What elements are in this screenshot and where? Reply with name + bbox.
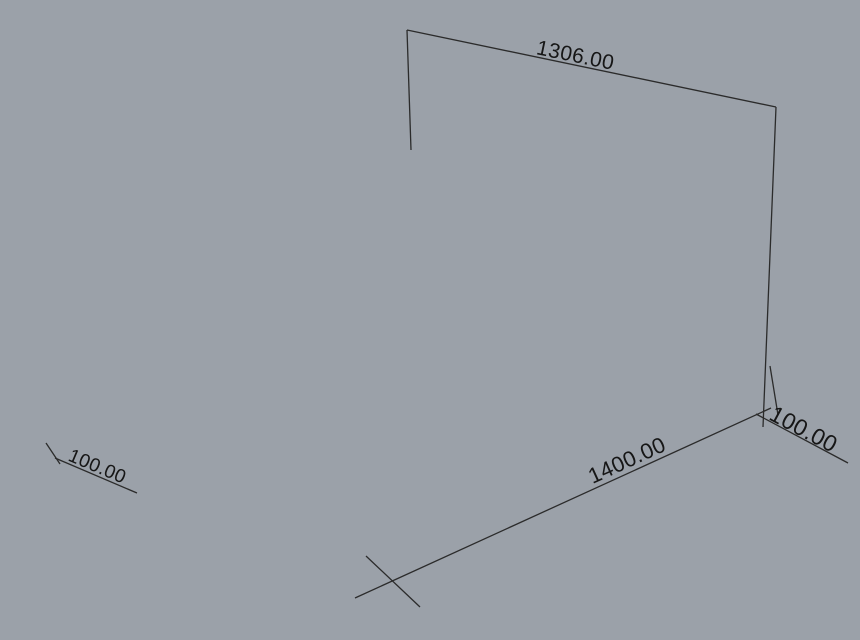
viewport-background [0,0,860,640]
cad-viewport-3d[interactable]: 1306.00 1400.00 100.00 100.00 [0,0,860,640]
cad-window: 1306.00 1400.00 100.00 100.00 [0,0,860,640]
